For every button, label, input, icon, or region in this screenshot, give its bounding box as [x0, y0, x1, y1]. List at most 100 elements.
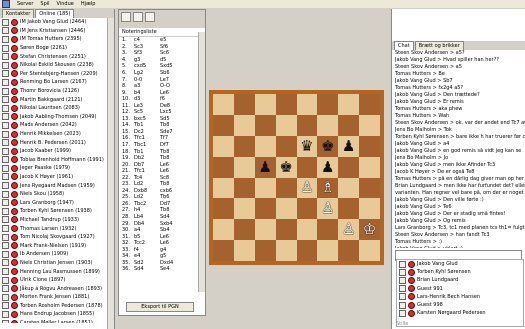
square-h7[interactable] — [359, 114, 380, 136]
white-pawn-icon[interactable]: ♙ — [300, 180, 313, 195]
square-g4[interactable] — [338, 177, 360, 199]
square-d7[interactable] — [275, 114, 297, 136]
player-row[interactable]: IM Jens Kristiansen (2446) — [0, 27, 114, 36]
square-c1[interactable] — [254, 240, 276, 261]
spectator-row[interactable]: Guest 991 — [397, 285, 523, 293]
square-d5[interactable]: ♚ — [275, 156, 297, 178]
black-queen-icon[interactable]: ♛ — [300, 138, 313, 154]
square-g6[interactable]: ♟ — [338, 135, 360, 157]
spectator-row[interactable]: Karsten Nørgaard Pedersen — [397, 309, 523, 317]
menu-spil[interactable]: Spil — [40, 1, 49, 7]
square-e1[interactable] — [296, 240, 318, 261]
square-d2[interactable] — [275, 219, 297, 241]
player-row[interactable]: Thomas Larsen (1932) — [0, 224, 114, 233]
square-h5[interactable] — [359, 156, 380, 178]
square-e8[interactable] — [296, 94, 318, 115]
square-b2[interactable] — [233, 219, 255, 241]
black-king-icon[interactable]: ♚ — [321, 138, 334, 154]
player-row[interactable]: Søren Bogø (2261) — [0, 44, 114, 53]
square-f4[interactable]: ♗ — [317, 177, 339, 199]
black-pawn-icon[interactable]: ♟ — [321, 159, 334, 175]
spectator-row[interactable]: Brian Lundgaard — [397, 276, 523, 284]
square-f1[interactable] — [317, 240, 339, 261]
player-row[interactable]: Torben Kyhl Sørensen (1938) — [0, 207, 114, 216]
player-row[interactable]: Martin Bakkgaard (2121) — [0, 95, 114, 104]
square-h2[interactable]: ♔ — [359, 219, 380, 241]
player-row[interactable]: Jeger Paaske (1979) — [0, 164, 114, 173]
player-row[interactable]: Michael Tandrup (1933) — [0, 216, 114, 225]
player-row[interactable]: Jacob Kaaber (1999) — [0, 147, 114, 156]
spectator-row[interactable]: Jakob Vang Glud — [397, 260, 523, 268]
player-row[interactable]: Niels Skou (1958) — [0, 190, 114, 199]
menu-vindue[interactable]: Vindue — [57, 1, 74, 7]
square-a7[interactable] — [213, 114, 234, 136]
player-row[interactable]: Hans Endrup Jacobsen (1855) — [0, 310, 114, 319]
square-b6[interactable] — [233, 135, 255, 157]
square-e4[interactable]: ♙ — [296, 177, 318, 199]
spectator-row[interactable]: Torben Kyhl Sørensen — [397, 268, 523, 276]
player-row[interactable]: Tobias Brenhold Hoffmann (1991) — [0, 156, 114, 165]
square-g5[interactable] — [338, 156, 360, 178]
player-row[interactable]: Ulrik Cione (1897) — [0, 276, 114, 285]
spectator-row[interactable]: Guest 998 — [397, 301, 523, 309]
square-c8[interactable] — [254, 94, 276, 115]
player-row[interactable]: Renming Bo Larsen (2167) — [0, 78, 114, 87]
square-a2[interactable] — [213, 219, 234, 241]
player-row[interactable]: Jens Ryegaard Madsen (1959) — [0, 181, 114, 190]
square-e5[interactable] — [296, 156, 318, 178]
square-a4[interactable] — [213, 177, 234, 199]
tab-online[interactable]: Online (185) — [35, 9, 75, 18]
square-b7[interactable] — [233, 114, 255, 136]
player-row[interactable]: Henning Lau Rasmussen (1899) — [0, 267, 114, 276]
player-row[interactable]: Mads Andersen (2042) — [0, 121, 114, 130]
square-g7[interactable] — [338, 114, 360, 136]
white-king-icon[interactable]: ♔ — [363, 222, 376, 237]
chess-board[interactable]: ♛ ♚ ♟ ♟ ♚ ♟ ♙ ♗ ♙ ♙ ♔ — [213, 94, 380, 261]
square-b1[interactable] — [233, 240, 255, 261]
square-e3[interactable] — [296, 198, 318, 220]
player-row[interactable]: Carsten Møller Larsen (1851) — [0, 319, 114, 323]
square-b3[interactable] — [233, 198, 255, 220]
player-row[interactable]: Jåkup á Rógvu Andreasen (1893) — [0, 284, 114, 293]
settings-icon[interactable] — [145, 12, 155, 22]
menu-hjaelp[interactable]: Hjælp — [81, 1, 96, 7]
square-h4[interactable] — [359, 177, 380, 199]
white-pawn-icon[interactable]: ♙ — [342, 222, 355, 237]
square-d1[interactable] — [275, 240, 297, 261]
square-c4[interactable] — [254, 177, 276, 199]
player-row[interactable]: Per Stentebjerg-Hansen (2209) — [0, 70, 114, 79]
square-e6[interactable]: ♛ — [296, 135, 318, 157]
player-row[interactable]: Jacob K Høyer (1961) — [0, 173, 114, 182]
square-f8[interactable] — [317, 94, 339, 115]
black-pawn-icon[interactable]: ♟ — [258, 159, 271, 175]
square-d6[interactable] — [275, 135, 297, 157]
player-row[interactable]: Lars Granborg (1947) — [0, 198, 114, 207]
tab-chat[interactable]: Chat — [394, 41, 414, 50]
square-a6[interactable] — [213, 135, 234, 157]
square-h1[interactable] — [359, 240, 380, 261]
player-row[interactable]: Stefan Christensen (2251) — [0, 52, 114, 61]
player-row[interactable]: IM Jakob Vang Glud (2464) — [0, 18, 114, 27]
flip-icon[interactable] — [133, 12, 143, 22]
player-row[interactable]: Nikolai Lauritsen (2083) — [0, 104, 114, 113]
white-pawn-icon[interactable]: ♙ — [321, 201, 334, 216]
square-a5[interactable] — [213, 156, 234, 178]
square-d8[interactable] — [275, 94, 297, 115]
square-e2[interactable] — [296, 219, 318, 241]
square-c5[interactable]: ♟ — [254, 156, 276, 178]
square-g8[interactable] — [338, 94, 360, 115]
player-row[interactable]: Morten Frank Jensen (1881) — [0, 293, 114, 302]
move-row[interactable]: 36. Sd4 Se4 — [119, 266, 205, 273]
square-f7[interactable] — [317, 114, 339, 136]
square-d4[interactable] — [275, 177, 297, 199]
square-a3[interactable] — [213, 198, 234, 220]
square-e7[interactable] — [296, 114, 318, 136]
black-king-icon[interactable]: ♚ — [279, 159, 292, 175]
player-row[interactable]: Niels Christian Jensen (1903) — [0, 259, 114, 268]
player-row[interactable]: Tom Nicolaj Skovgaard (1927) — [0, 233, 114, 242]
square-c3[interactable] — [254, 198, 276, 220]
tab-kontakter[interactable]: Kontakter — [2, 9, 35, 18]
square-h3[interactable] — [359, 198, 380, 220]
square-h6[interactable] — [359, 135, 380, 157]
spectator-row[interactable]: Lars-Henrik Bech Hansen — [397, 293, 523, 301]
